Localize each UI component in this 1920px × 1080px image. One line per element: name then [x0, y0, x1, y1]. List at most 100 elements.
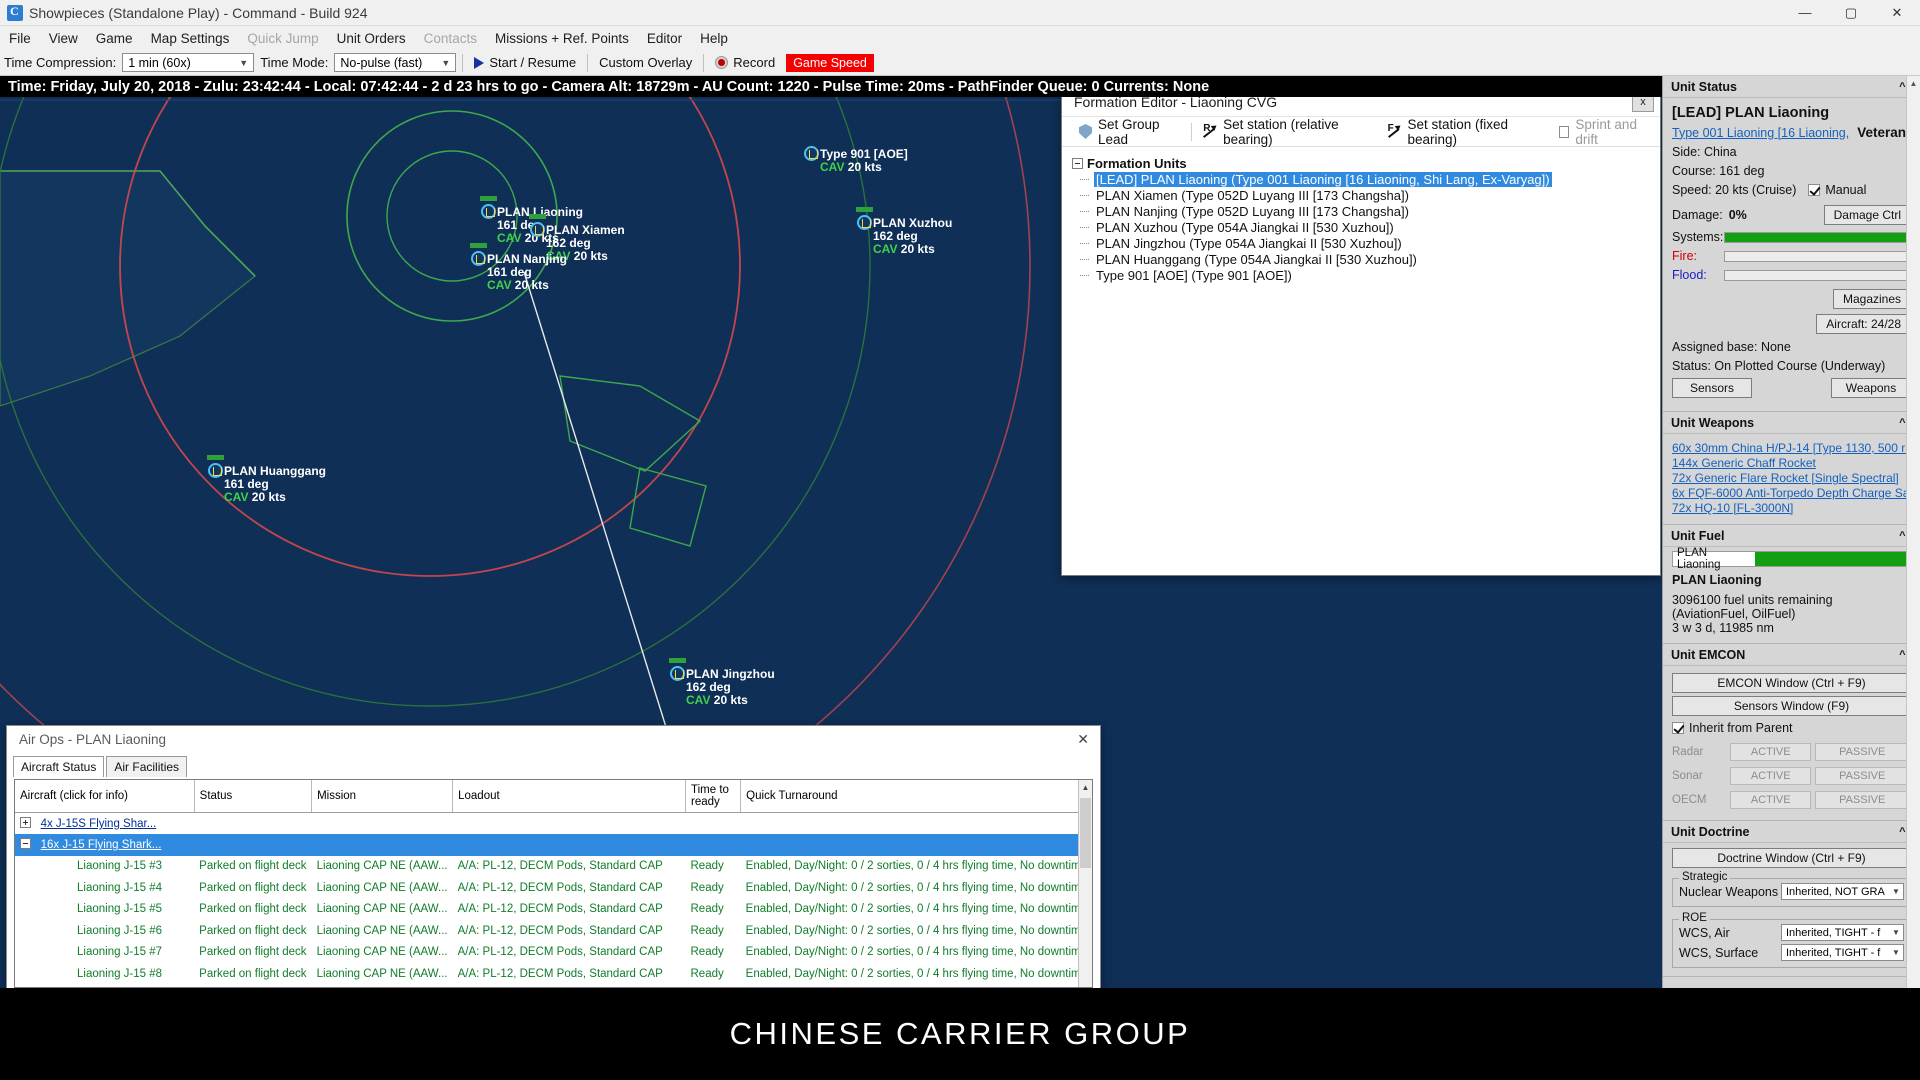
table-row[interactable]: Liaoning J-15 #3 Parked on flight deck L…	[15, 856, 1092, 878]
close-button[interactable]: ✕	[1874, 0, 1920, 26]
formation-unit-row[interactable]: [LEAD] PLAN Liaoning (Type 001 Liaoning …	[1072, 171, 1660, 187]
menu-file[interactable]: File	[0, 28, 40, 49]
aircraft-group-row[interactable]: 4x J-15S Flying Shar...	[15, 813, 1092, 835]
col-aircraft[interactable]: Aircraft (click for info)	[15, 780, 194, 813]
map-unit-jingzhou[interactable]: PLAN Jingzhou 162 deg CAV 20 kts	[686, 668, 775, 707]
menu-editor[interactable]: Editor	[638, 28, 691, 49]
air-ops-vertical-scrollbar[interactable]: ▲	[1078, 780, 1092, 987]
weapon-item[interactable]: 144x Generic Chaff Rocket	[1672, 456, 1911, 471]
emcon-window-button[interactable]: EMCON Window (Ctrl + F9)	[1672, 673, 1911, 693]
aircraft-group-label[interactable]: 16x J-15 Flying Shark...	[41, 839, 162, 851]
unit-class-link[interactable]: Type 001 Liaoning [16 Liaoning,	[1672, 126, 1849, 140]
formation-editor-dialog[interactable]: Formation Editor - Liaoning CVG x Set Gr…	[1061, 86, 1661, 576]
panel-header-unit-fuel[interactable]: Unit Fuel ^^	[1663, 525, 1920, 547]
weapon-item[interactable]: 72x Generic Flare Rocket [Single Spectra…	[1672, 471, 1911, 486]
map-unit-huanggang[interactable]: PLAN Huanggang 161 deg CAV 20 kts	[224, 465, 326, 504]
fire-label: Fire:	[1672, 249, 1724, 263]
col-time-to-ready[interactable]: Time to ready	[686, 780, 741, 813]
scroll-up-icon[interactable]: ▲	[1079, 780, 1092, 792]
doctrine-window-button[interactable]: Doctrine Window (Ctrl + F9)	[1672, 848, 1911, 868]
set-station-fixed-button[interactable]: F Set station (fixed bearing)	[1379, 117, 1550, 147]
menu-missions-ref-points[interactable]: Missions + Ref. Points	[486, 28, 638, 49]
emcon-oecm-active[interactable]: ACTIVE	[1730, 791, 1811, 809]
minimize-button[interactable]: —	[1782, 0, 1828, 26]
panel-header-unit-status[interactable]: Unit Status ^^	[1663, 76, 1920, 98]
time-mode-select[interactable]: No-pulse (fast) ▼	[334, 53, 456, 72]
weapon-item[interactable]: 60x 30mm China H/PJ-14 [Type 1130, 500 r…	[1672, 441, 1911, 456]
panel-header-unit-doctrine[interactable]: Unit Doctrine ^^	[1663, 821, 1920, 843]
table-row[interactable]: Liaoning J-15 #5 Parked on flight deck L…	[15, 899, 1092, 921]
wcs-air-select[interactable]: Inherited, TIGHT - f ▼	[1781, 924, 1904, 941]
menu-game[interactable]: Game	[87, 28, 142, 49]
sensors-button[interactable]: Sensors	[1672, 378, 1752, 398]
formation-unit-row[interactable]: PLAN Xiamen (Type 052D Luyang III [173 C…	[1072, 187, 1660, 203]
set-station-relative-button[interactable]: R Set station (relative bearing)	[1194, 117, 1378, 147]
aircraft-group-label[interactable]: 4x J-15S Flying Shar...	[41, 818, 157, 830]
scrollbar-thumb[interactable]	[1080, 798, 1091, 868]
inherit-from-parent-checkbox[interactable]	[1672, 722, 1684, 734]
emcon-radar-active[interactable]: ACTIVE	[1730, 743, 1811, 761]
sprint-and-drift-checkbox[interactable]	[1559, 126, 1570, 138]
table-row[interactable]: Liaoning J-15 #4 Parked on flight deck L…	[15, 877, 1092, 899]
table-row[interactable]: Liaoning J-15 #8 Parked on flight deck L…	[15, 963, 1092, 985]
panel-header-unit-weapons[interactable]: Unit Weapons ^^	[1663, 412, 1920, 434]
air-ops-window[interactable]: Air Ops - PLAN Liaoning ✕ Aircraft Statu…	[6, 725, 1101, 995]
map-unit-type901[interactable]: Type 901 [AOE] CAV 20 kts	[820, 148, 908, 174]
table-row[interactable]: Liaoning J-15 #6 Parked on flight deck L…	[15, 920, 1092, 942]
menu-map-settings[interactable]: Map Settings	[142, 28, 239, 49]
aircraft-group-row[interactable]: 16x J-15 Flying Shark...	[15, 834, 1092, 856]
emcon-sonar-active[interactable]: ACTIVE	[1730, 767, 1811, 785]
custom-overlay-button[interactable]: Custom Overlay	[594, 54, 697, 71]
col-loadout[interactable]: Loadout	[453, 780, 686, 813]
cell-mission: Liaoning CAP NE (AAW...	[312, 963, 453, 985]
set-group-lead-button[interactable]: Set Group Lead	[1070, 117, 1189, 147]
wcs-surface-select[interactable]: Inherited, TIGHT - f ▼	[1781, 944, 1904, 961]
collapse-icon[interactable]	[20, 838, 31, 849]
weapon-item[interactable]: 72x HQ-10 [FL-3000N]	[1672, 501, 1911, 516]
menu-view[interactable]: View	[40, 28, 87, 49]
menu-help[interactable]: Help	[691, 28, 737, 49]
tab-air-facilities[interactable]: Air Facilities	[106, 756, 187, 777]
scroll-up-icon[interactable]: ▲	[1907, 76, 1920, 88]
maximize-button[interactable]: ▢	[1828, 0, 1874, 26]
air-ops-close-button[interactable]: ✕	[1077, 731, 1089, 748]
expand-icon[interactable]	[20, 817, 31, 828]
cell-time-to-ready: Ready	[686, 899, 741, 921]
emcon-sonar-passive[interactable]: PASSIVE	[1815, 767, 1909, 785]
formation-unit-row[interactable]: PLAN Nanjing (Type 052D Luyang III [173 …	[1072, 203, 1660, 219]
sprint-and-drift-toggle[interactable]: Sprint and drift	[1550, 117, 1660, 147]
fuel-row[interactable]: PLAN Liaoning	[1672, 551, 1911, 567]
sidebar-scrollbar[interactable]: ▲	[1906, 76, 1920, 988]
menu-unit-orders[interactable]: Unit Orders	[328, 28, 415, 49]
col-quick-turnaround[interactable]: Quick Turnaround	[741, 780, 1092, 813]
sensors-window-button[interactable]: Sensors Window (F9)	[1672, 696, 1911, 716]
manual-speed-checkbox[interactable]	[1808, 184, 1820, 196]
game-speed-indicator[interactable]: Game Speed	[786, 54, 874, 72]
damage-ctrl-button[interactable]: Damage Ctrl	[1824, 205, 1911, 225]
weapon-item[interactable]: 6x FQF-6000 Anti-Torpedo Depth Charge Sa…	[1672, 486, 1911, 501]
collapse-icon[interactable]	[1072, 158, 1083, 169]
weapons-button[interactable]: Weapons	[1831, 378, 1911, 398]
col-status[interactable]: Status	[194, 780, 311, 813]
formation-unit-row[interactable]: PLAN Xuzhou (Type 054A Jiangkai II [530 …	[1072, 219, 1660, 235]
table-row[interactable]: Liaoning J-15 #7 Parked on flight deck L…	[15, 942, 1092, 964]
col-mission[interactable]: Mission	[312, 780, 453, 813]
emcon-oecm-passive[interactable]: PASSIVE	[1815, 791, 1909, 809]
aircraft-status-table-wrapper[interactable]: Aircraft (click for info) Status Mission…	[14, 779, 1093, 988]
map-unit-nanjing[interactable]: PLAN Nanjing 161 deg CAV 20 kts	[487, 253, 567, 292]
emcon-radar-passive[interactable]: PASSIVE	[1815, 743, 1909, 761]
formation-units-tree[interactable]: Formation Units [LEAD] PLAN Liaoning (Ty…	[1062, 147, 1660, 283]
nuclear-weapons-select[interactable]: Inherited, NOT GRA ▼	[1781, 883, 1904, 900]
panel-header-unit-emcon[interactable]: Unit EMCON ^^	[1663, 644, 1920, 666]
start-resume-button[interactable]: Start / Resume	[469, 54, 581, 71]
formation-unit-row[interactable]: PLAN Huanggang (Type 054A Jiangkai II [5…	[1072, 251, 1660, 267]
record-button[interactable]: Record	[710, 54, 780, 71]
map-unit-xuzhou[interactable]: PLAN Xuzhou 162 deg CAV 20 kts	[873, 217, 952, 256]
tab-aircraft-status[interactable]: Aircraft Status	[13, 756, 104, 777]
formation-unit-row[interactable]: PLAN Jingzhou (Type 054A Jiangkai II [53…	[1072, 235, 1660, 251]
magazines-button[interactable]: Magazines	[1833, 289, 1911, 309]
aircraft-count-button[interactable]: Aircraft: 24/28	[1816, 314, 1911, 334]
tree-root-formation-units[interactable]: Formation Units	[1072, 155, 1660, 171]
formation-unit-row[interactable]: Type 901 [AOE] (Type 901 [AOE])	[1072, 267, 1660, 283]
time-compression-select[interactable]: 1 min (60x) ▼	[122, 53, 254, 72]
